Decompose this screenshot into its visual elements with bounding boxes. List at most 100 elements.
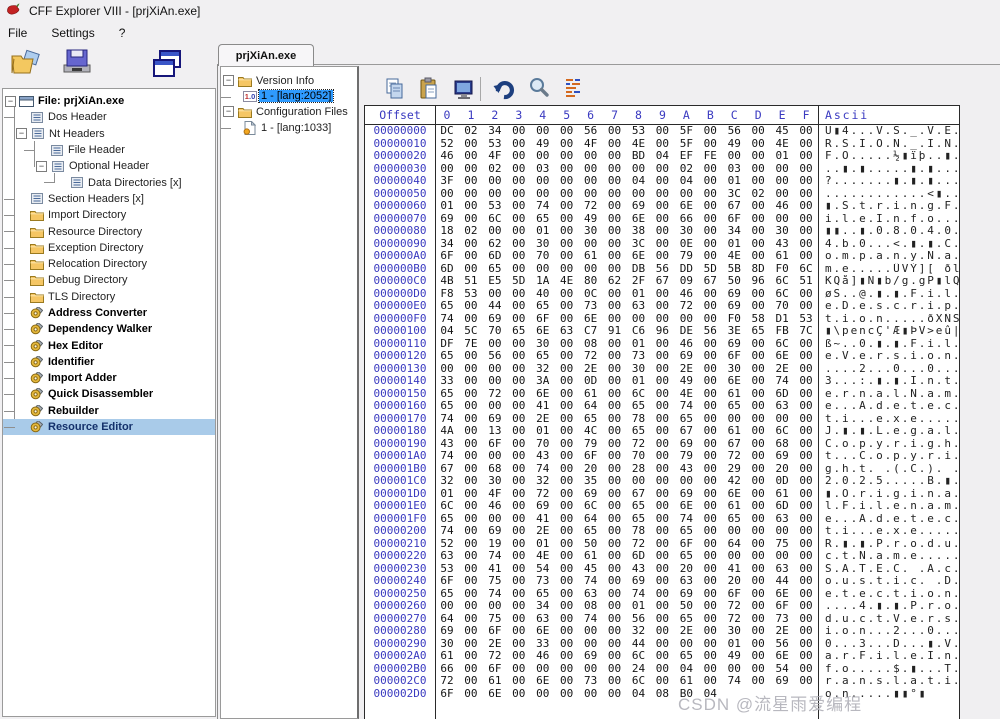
byte-cell[interactable]: 00 [650, 200, 674, 213]
byte-cell[interactable]: 00 [650, 550, 674, 563]
byte-cell[interactable]: 6F [435, 250, 459, 263]
byte-cell[interactable]: 61 [770, 250, 794, 263]
hex-row[interactable]: 000001C0 32003000320035000000000042000D0… [365, 475, 959, 488]
byte-cell[interactable]: 72 [722, 600, 746, 613]
byte-cell[interactable]: 01 [435, 200, 459, 213]
byte-cell[interactable]: 00 [459, 375, 483, 388]
byte-cell[interactable]: 00 [507, 550, 531, 563]
byte-cell[interactable]: DE [674, 325, 698, 338]
byte-cell[interactable]: 00 [579, 175, 603, 188]
byte-cell[interactable]: 00 [746, 675, 770, 688]
byte-cell[interactable]: 00 [770, 525, 794, 538]
hex-row[interactable]: 00000200 740069002E006500780065000000000… [365, 525, 959, 538]
byte-cell[interactable]: 72 [483, 650, 507, 663]
byte-cell[interactable]: 04 [627, 175, 651, 188]
byte-cell[interactable]: 00 [746, 525, 770, 538]
byte-cell[interactable]: 00 [698, 175, 722, 188]
byte-cell[interactable]: 6C [627, 650, 651, 663]
byte-cell[interactable]: 00 [507, 525, 531, 538]
byte-cell[interactable]: 00 [507, 650, 531, 663]
byte-cell[interactable]: 00 [698, 300, 722, 313]
byte-cell[interactable]: 00 [579, 150, 603, 163]
byte-cell[interactable]: 00 [603, 650, 627, 663]
byte-cell[interactable]: 00 [627, 475, 651, 488]
byte-cell[interactable]: 79 [674, 450, 698, 463]
menu-settings[interactable]: Settings [51, 26, 94, 40]
byte-cell[interactable]: 00 [698, 200, 722, 213]
byte-cell[interactable]: 00 [650, 125, 674, 138]
byte-cell[interactable]: 00 [459, 675, 483, 688]
byte-cell[interactable]: 00 [746, 225, 770, 238]
byte-cell[interactable]: 79 [674, 250, 698, 263]
cascade-windows-icon[interactable] [150, 48, 186, 87]
hex-row[interactable]: 000002C0 720061006E0073006C0061007400690… [365, 675, 959, 688]
byte-cell[interactable]: 70 [531, 250, 555, 263]
byte-cell[interactable]: 04 [650, 150, 674, 163]
byte-cell[interactable]: C6 [627, 325, 651, 338]
hex-row[interactable]: 00000000 DC0234000000560053005F005600450… [365, 125, 959, 138]
byte-cell[interactable]: 00 [746, 600, 770, 613]
byte-cell[interactable]: 00 [459, 575, 483, 588]
byte-cell[interactable]: 00 [698, 225, 722, 238]
byte-cell[interactable]: 63 [627, 300, 651, 313]
byte-cell[interactable]: 00 [650, 475, 674, 488]
byte-cell[interactable]: 00 [507, 350, 531, 363]
byte-cell[interactable]: 0D [579, 375, 603, 388]
byte-cell[interactable]: 34 [531, 600, 555, 613]
byte-cell[interactable]: 01 [627, 600, 651, 613]
byte-cell[interactable]: 00 [555, 450, 579, 463]
byte-cell[interactable]: 13 [483, 425, 507, 438]
byte-cell[interactable]: 00 [698, 250, 722, 263]
byte-cell[interactable]: 00 [650, 675, 674, 688]
byte-cell[interactable]: 00 [794, 525, 818, 538]
byte-cell[interactable]: 00 [603, 375, 627, 388]
byte-cell[interactable]: 64 [579, 400, 603, 413]
hex-row[interactable]: 000001A0 7400000043006F00700079007200690… [365, 450, 959, 463]
undo-arrow-icon[interactable] [492, 77, 516, 106]
byte-cell[interactable]: 4A [435, 425, 459, 438]
byte-cell[interactable]: 00 [650, 425, 674, 438]
byte-cell[interactable]: 3F [435, 175, 459, 188]
byte-cell[interactable]: 00 [650, 175, 674, 188]
byte-cell[interactable]: 00 [650, 650, 674, 663]
byte-cell[interactable]: 00 [531, 688, 555, 701]
byte-cell[interactable]: 00 [459, 625, 483, 638]
byte-cell[interactable]: 00 [794, 225, 818, 238]
byte-cell[interactable]: 4E [531, 550, 555, 563]
byte-cell[interactable]: 65 [674, 525, 698, 538]
byte-cell[interactable]: 6F [435, 688, 459, 701]
byte-cell[interactable]: 08 [579, 600, 603, 613]
byte-cell[interactable]: 3A [531, 375, 555, 388]
byte-cell[interactable]: 6F [483, 625, 507, 638]
byte-cell[interactable]: 00 [483, 400, 507, 413]
byte-cell[interactable]: 4C [579, 425, 603, 438]
byte-cell[interactable]: 34 [722, 225, 746, 238]
copy-icon[interactable] [384, 77, 406, 106]
byte-cell[interactable]: 65 [435, 350, 459, 363]
byte-cell[interactable]: 00 [483, 225, 507, 238]
byte-cell[interactable]: 30 [722, 625, 746, 638]
sidebar-item-dos-header[interactable]: Dos Header [3, 109, 215, 125]
byte-cell[interactable]: 00 [507, 300, 531, 313]
byte-cell[interactable]: 62 [603, 275, 627, 288]
byte-cell[interactable]: 6C [627, 675, 651, 688]
byte-cell[interactable]: 00 [555, 150, 579, 163]
sidebar-item-tls-directory[interactable]: TLS Directory [3, 289, 215, 305]
byte-cell[interactable]: 69 [531, 500, 555, 513]
byte-cell[interactable]: 00 [555, 675, 579, 688]
byte-cell[interactable]: 00 [555, 225, 579, 238]
byte-cell[interactable]: 00 [650, 575, 674, 588]
byte-cell[interactable]: 4E [555, 275, 579, 288]
byte-cell[interactable]: 00 [698, 575, 722, 588]
byte-cell[interactable]: 6E [770, 650, 794, 663]
byte-cell[interactable]: 00 [770, 175, 794, 188]
open-file-icon[interactable] [10, 48, 46, 83]
byte-cell[interactable]: 00 [483, 175, 507, 188]
hex-row[interactable]: 00000240 6F00750073007400690063002000440… [365, 575, 959, 588]
monitor-icon[interactable] [452, 77, 476, 106]
sidebar-item-address-converter[interactable]: Address Converter [3, 305, 215, 321]
byte-cell[interactable]: 69 [435, 625, 459, 638]
byte-cell[interactable]: 61 [722, 500, 746, 513]
byte-cell[interactable]: 00 [650, 300, 674, 313]
byte-cell[interactable]: 6C [435, 500, 459, 513]
